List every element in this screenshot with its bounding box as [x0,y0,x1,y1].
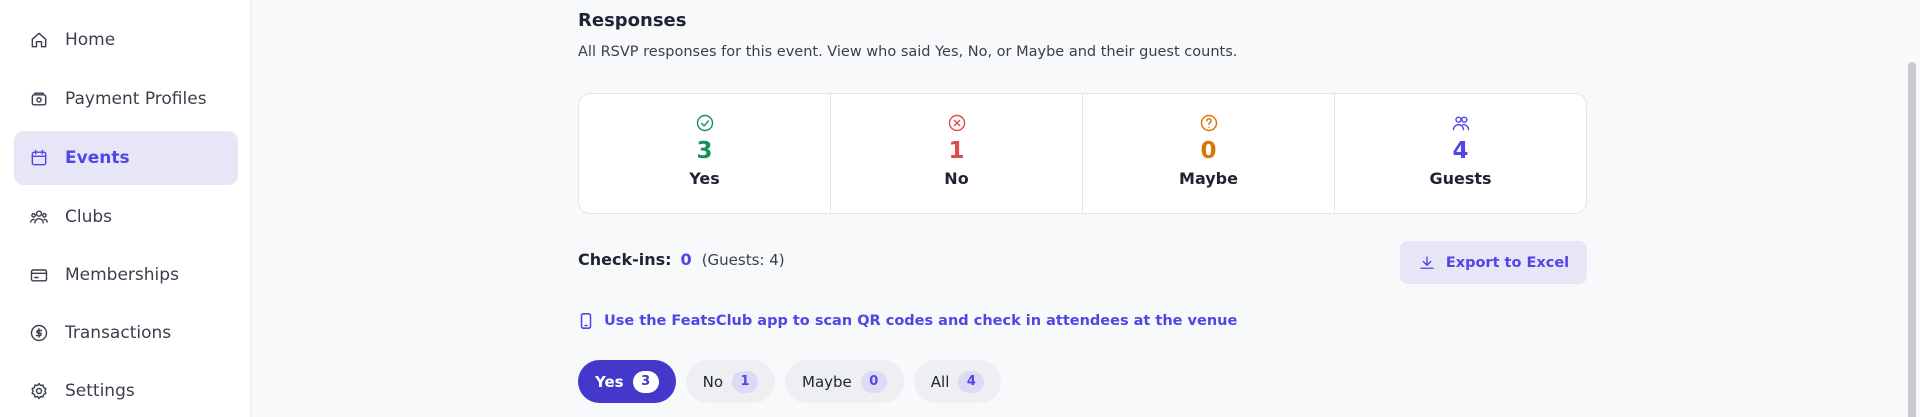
sidebar-item-settings[interactable]: Settings [14,364,238,417]
sidebar-item-label: Home [65,30,116,50]
download-icon [1420,255,1434,269]
stat-maybe-label: Maybe [1179,169,1238,188]
wallet-icon [28,88,50,110]
stat-maybe-value: 0 [1200,138,1217,164]
app-checkin-note[interactable]: Use the FeatsClub app to scan QR codes a… [578,312,1237,330]
stat-yes-value: 3 [696,138,713,164]
calendar-icon [28,147,50,169]
page-scrollbar[interactable] [1908,62,1916,417]
filter-yes[interactable]: Yes 3 [578,360,676,403]
filter-label: All [930,372,950,391]
filter-label: Yes [595,372,624,391]
sidebar-item-label: Clubs [65,207,113,227]
stat-guests-value: 4 [1452,138,1469,164]
sidebar: Home Payment Profiles Events Clubs Membe… [0,0,251,417]
users-group-icon [28,206,50,228]
checkins-guests: (Guests: 4) [701,250,785,269]
check-circle-icon [694,112,716,134]
filter-count-badge: 3 [632,370,659,393]
question-circle-icon [1198,112,1220,134]
filter-count-badge: 0 [860,370,887,393]
responses-summary-card: 3 Yes 1 No 0 Maybe 4 Guests [578,93,1587,214]
stat-maybe: 0 Maybe [1083,94,1335,213]
users-icon [1450,112,1472,134]
stat-no: 1 No [831,94,1083,213]
stat-guests-label: Guests [1429,169,1492,188]
sidebar-item-events[interactable]: Events [14,131,238,185]
checkins-label: Check-ins: [578,250,672,269]
filter-no[interactable]: No 1 [685,360,775,403]
sidebar-item-memberships[interactable]: Memberships [14,248,238,302]
stat-no-label: No [944,169,969,188]
sidebar-item-label: Events [65,148,130,168]
export-button-label: Export to Excel [1445,254,1570,271]
checkins-summary: Check-ins: 0 (Guests: 4) [578,250,785,269]
sidebar-item-home[interactable]: Home [14,13,238,67]
card-icon [28,264,50,286]
phone-icon [580,313,592,329]
response-filter-tabs: Yes 3 No 1 Maybe 0 All 4 [578,360,1002,403]
sidebar-item-label: Settings [65,381,135,401]
sidebar-item-label: Transactions [65,323,172,343]
export-to-excel-button[interactable]: Export to Excel [1400,241,1587,284]
x-circle-icon [946,112,968,134]
sidebar-item-transactions[interactable]: Transactions [14,306,238,360]
filter-count-badge: 1 [732,370,758,393]
gear-icon [28,380,50,402]
sidebar-item-label: Memberships [65,265,179,285]
app-note-text: Use the FeatsClub app to scan QR codes a… [604,313,1238,329]
sidebar-item-label: Payment Profiles [65,89,207,109]
filter-label: Maybe [802,372,852,391]
filter-count-badge: 4 [958,370,985,393]
stat-yes: 3 Yes [579,94,831,213]
checkins-count: 0 [680,250,692,269]
home-icon [28,29,50,51]
sidebar-item-payment-profiles[interactable]: Payment Profiles [14,72,238,126]
filter-label: No [702,372,723,391]
sidebar-item-clubs[interactable]: Clubs [14,190,238,244]
stat-guests: 4 Guests [1335,94,1586,213]
responses-title: Responses [578,10,687,31]
responses-description: All RSVP responses for this event. View … [578,44,1238,60]
stat-yes-label: Yes [689,169,720,188]
dollar-circle-icon [28,322,50,344]
filter-all[interactable]: All 4 [913,360,1002,403]
filter-maybe[interactable]: Maybe 0 [785,360,904,403]
stat-no-value: 1 [948,138,965,164]
main-content: Responses All RSVP responses for this ev… [252,0,1920,417]
